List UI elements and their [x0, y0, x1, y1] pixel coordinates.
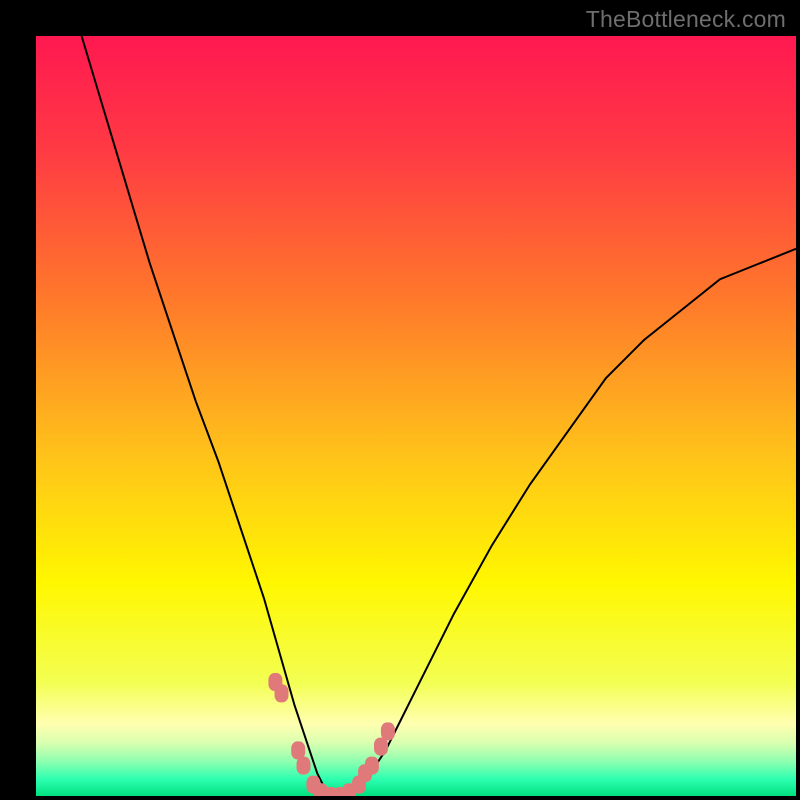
chart-frame: TheBottleneck.com — [0, 0, 800, 800]
highlight-marker — [365, 757, 379, 775]
highlight-marker — [381, 722, 395, 740]
curve-layer — [36, 36, 796, 796]
bottleneck-curve — [82, 36, 796, 796]
highlight-marker — [275, 684, 289, 702]
plot-area — [36, 36, 796, 796]
watermark-text: TheBottleneck.com — [586, 6, 786, 33]
highlight-marker — [297, 757, 311, 775]
